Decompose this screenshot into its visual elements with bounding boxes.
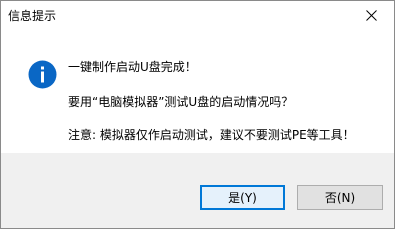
button-bar: 是(Y) 否(N) [1, 153, 394, 228]
yes-button[interactable]: 是(Y) [200, 185, 285, 210]
close-button[interactable] [348, 1, 394, 30]
message-line-1: 一键制作启动U盘完成！ [68, 60, 197, 74]
message-line-2: 要用“电脑模拟器”测试U盘的启动情况吗？ [68, 95, 294, 109]
info-icon [28, 60, 57, 89]
message-dialog: 信息提示 一键制作启动U盘完成！ 要用“电脑模拟器”测试U盘的启动情况吗？ 注意… [0, 0, 395, 229]
dialog-body: 一键制作启动U盘完成！ 要用“电脑模拟器”测试U盘的启动情况吗？ 注意: 模拟器… [1, 30, 394, 153]
title-bar[interactable]: 信息提示 [1, 1, 394, 30]
close-icon [365, 10, 377, 21]
message-line-3: 注意: 模拟器仅作启动测试，建议不要测试PE等工具！ [68, 128, 355, 142]
no-button[interactable]: 否(N) [297, 185, 383, 210]
dialog-title: 信息提示 [8, 9, 57, 23]
